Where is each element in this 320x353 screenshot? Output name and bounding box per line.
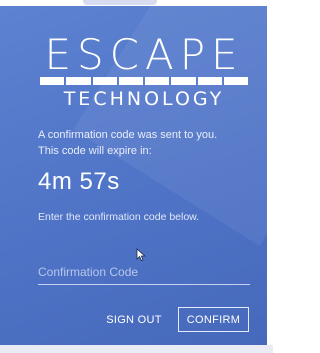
logo-divider-bar xyxy=(40,77,248,85)
message-line-1: A confirmation code was sent to you. xyxy=(38,129,218,141)
expiry-timer: 4m 57s xyxy=(38,168,120,195)
message-line-2: This code will expire in: xyxy=(38,145,152,157)
confirmation-message: A confirmation code was sent to you. Thi… xyxy=(38,127,258,159)
confirm-button[interactable]: CONFIRM xyxy=(178,307,249,332)
sign-out-button[interactable]: SIGN OUT xyxy=(104,307,164,332)
logo-escape-text: ESCAPE xyxy=(44,30,244,79)
escape-technology-logo: ESCAPE TECHNOLOGY xyxy=(36,34,252,112)
top-tab xyxy=(83,0,157,5)
instruction-text: Enter the confirmation code below. xyxy=(38,211,200,223)
bottom-strip xyxy=(0,345,273,353)
logo-technology-text: TECHNOLOGY xyxy=(63,88,225,110)
confirmation-code-input[interactable] xyxy=(38,260,250,285)
